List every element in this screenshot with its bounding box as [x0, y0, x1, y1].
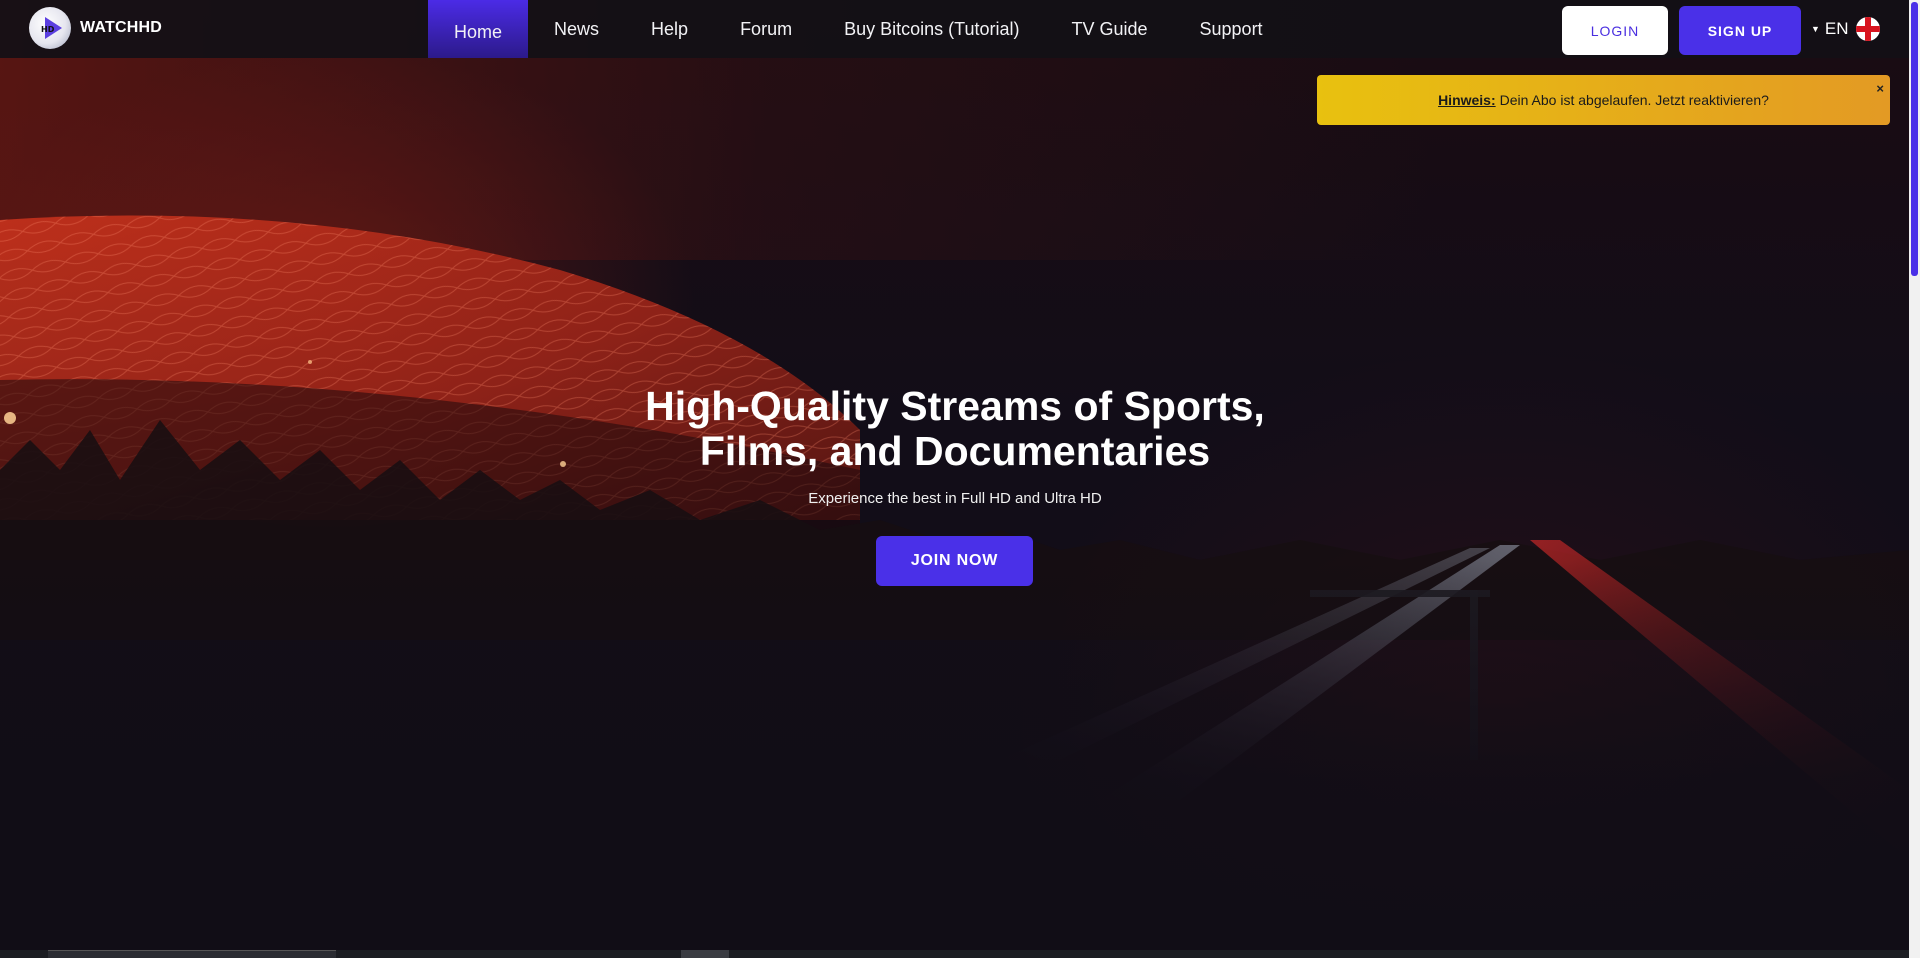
nav-item-news[interactable]: News — [528, 0, 625, 58]
play-logo-icon: HD — [29, 7, 71, 49]
join-now-button[interactable]: JOIN NOW — [876, 536, 1033, 586]
brand-name: WATCHHD — [80, 19, 162, 36]
scrollbar-thumb[interactable] — [1911, 2, 1918, 276]
hero-bottom-fade — [0, 560, 1909, 958]
bottom-handle[interactable] — [681, 950, 729, 958]
nav-item-support[interactable]: Support — [1174, 0, 1289, 58]
language-selector[interactable]: ▼ EN — [1811, 17, 1880, 41]
england-flag-icon — [1855, 17, 1880, 41]
bottom-input-field[interactable] — [48, 950, 336, 958]
hero-headline: High-Quality Streams of Sports, Films, a… — [560, 384, 1350, 474]
top-navbar: HD WATCHHD Home News Help Forum Buy Bitc… — [0, 0, 1909, 58]
login-button[interactable]: LOGIN — [1562, 6, 1668, 55]
caret-down-icon: ▼ — [1811, 24, 1820, 34]
notice-label[interactable]: Hinweis: — [1438, 92, 1496, 108]
signup-button[interactable]: SIGN UP — [1679, 6, 1801, 55]
close-icon[interactable]: × — [1876, 81, 1884, 96]
hero-background — [0, 0, 1909, 958]
language-code: EN — [1824, 19, 1849, 38]
hero-headline-line2: Films, and Documentaries — [699, 428, 1211, 474]
hero-subline: Experience the best in Full HD and Ultra… — [808, 490, 1102, 507]
nav-item-tv-guide[interactable]: TV Guide — [1045, 0, 1173, 58]
nav-item-buy-bitcoins[interactable]: Buy Bitcoins (Tutorial) — [818, 0, 1045, 58]
nav-item-home[interactable]: Home — [428, 0, 529, 58]
subscription-notice: Hinweis: Dein Abo ist abgelaufen. Jetzt … — [1317, 75, 1890, 125]
main-nav: Home News Help Forum Buy Bitcoins (Tutor… — [428, 0, 1289, 58]
brand-logo[interactable]: HD WATCHHD — [29, 7, 162, 49]
logo-badge: HD — [41, 25, 55, 34]
nav-item-forum[interactable]: Forum — [714, 0, 818, 58]
nav-item-help[interactable]: Help — [625, 0, 714, 58]
notice-text[interactable]: Dein Abo ist abgelaufen. Jetzt reaktivie… — [1500, 92, 1769, 108]
hero-headline-line1: High-Quality Streams of Sports, — [645, 383, 1265, 429]
